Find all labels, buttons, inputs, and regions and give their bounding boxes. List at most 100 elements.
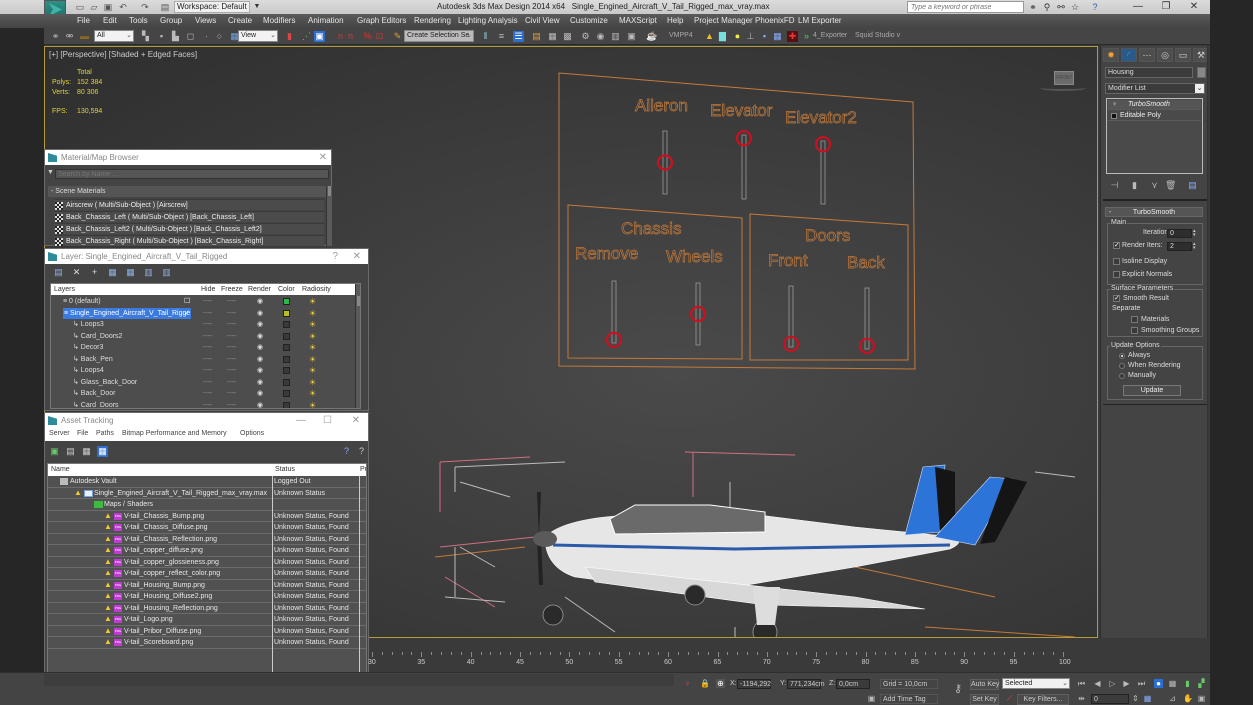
layer-row[interactable]: ≡ 0 (default) ☐ ---- ---- ◉ ☀ [51,296,356,308]
undo-icon[interactable]: ↶ [118,2,128,12]
mirror-icon[interactable]: ⫴ [480,31,491,42]
asset-tracking-titlebar[interactable]: Asset Tracking — ☐ ✕ [45,413,368,428]
exporter-label[interactable]: 4_Exporter [813,32,847,39]
hide-all-layers-icon[interactable]: ▥ [143,267,154,278]
layer-color-swatch[interactable] [283,367,290,374]
asset-menu-options[interactable]: Options [240,430,264,437]
asset-row[interactable]: ▲ PNG V-tail_Chassis_Bump.png Unknown Statu… [48,511,366,522]
hide-toggle[interactable]: ---- [203,342,212,353]
refresh-icon[interactable]: ▣ [49,446,60,457]
render-setup-icon[interactable]: ▥ [610,31,621,42]
open-file-icon[interactable]: ▱ [89,2,99,12]
highlight-selected-icon[interactable]: ▦ [125,267,136,278]
close-icon[interactable]: ✕ [353,249,361,264]
graphite-ribbon-icon[interactable]: ▦ [547,31,558,42]
menu-help[interactable]: Help [667,16,683,25]
current-layer-check-icon[interactable]: ✓ [184,308,190,319]
menu-create[interactable]: Create [228,16,252,25]
layer-color-swatch[interactable] [283,401,290,408]
window-crossing-icon[interactable]: ◻ [185,31,196,42]
hide-toggle[interactable]: ---- [203,365,212,376]
col-hide[interactable]: Hide [201,284,215,295]
key-filters-button[interactable]: Key Filters... [1017,694,1069,705]
light-bulb-icon[interactable]: ♀ [1112,100,1117,110]
menu-edit[interactable]: Edit [103,16,117,25]
isoline-display-checkbox[interactable] [1113,258,1120,265]
separate-materials-checkbox[interactable] [1131,316,1138,323]
zoom-icon[interactable]: ● [1154,679,1163,688]
material-browser-scrollbar[interactable] [326,186,332,246]
material-item[interactable]: Airscrew ( Multi/Sub-Object ) [Airscrew] [54,199,324,210]
motion-tab-icon[interactable]: ◎ [1157,48,1173,62]
schematic-view-icon[interactable]: ⚙ [580,31,591,42]
freeze-toggle[interactable]: ---- [227,308,236,319]
radiosity-icon[interactable]: ☀ [309,343,318,352]
key-mode-toggle-icon[interactable]: ⇹ [1077,694,1086,703]
freeze-toggle[interactable]: ---- [227,342,236,353]
go-to-start-icon[interactable]: ⏮ [1077,679,1086,688]
new-file-icon[interactable]: ▭ [75,2,85,12]
radiosity-icon[interactable]: ☀ [309,355,318,364]
layer-name[interactable]: ≡ 0 (default) [63,296,101,307]
asset-menu-server[interactable]: Server [49,430,70,437]
add-to-layer-icon[interactable]: + [89,267,100,278]
grid-view-icon[interactable]: ▦ [97,446,108,457]
asset-menu-paths[interactable]: Paths [96,430,114,437]
freeze-toggle[interactable]: ---- [227,365,236,376]
update-when-rendering-radio[interactable] [1119,363,1125,369]
environment-icon[interactable]: ▇ [717,31,728,42]
teapot-icon[interactable]: ◒ [647,31,658,42]
asset-row[interactable]: ▲ PNG V-tail_copper_reflect_color.png Unkno… [48,568,366,580]
asset-row[interactable]: ▲ PNG V-tail_Chassis_Diffuse.png Unknown St… [48,522,366,534]
menu-maxscript[interactable]: MAXScript [619,16,657,25]
menu-civil-view[interactable]: Civil View [525,16,560,25]
percent-snap-icon[interactable]: % [362,31,373,42]
freeze-toggle[interactable]: ---- [227,319,236,330]
col-color[interactable]: Color [278,284,295,295]
play-icon[interactable]: ▷ [1108,679,1117,688]
zoom-extents-icon[interactable]: ▮ [1183,679,1192,688]
layer-name[interactable]: ≡ Single_Engined_Aircraft_V_Tail_Rigge [63,307,192,319]
set-key-button[interactable]: Set Key [970,694,999,705]
help-icon[interactable]: ? [1090,2,1100,12]
col-render[interactable]: Render [248,284,271,295]
radiosity-icon[interactable]: ☀ [309,332,318,341]
hide-toggle[interactable]: ---- [203,296,212,307]
help-icon[interactable]: ? [332,249,338,264]
spinner-arrows-icon[interactable]: ⇕ [1131,694,1140,703]
asset-row[interactable]: ▲ PNG V-tail_Scoreboard.png Unknown Status,… [48,637,366,649]
layer-manager-icon[interactable]: ▤ [531,31,542,42]
menu-tools[interactable]: Tools [129,16,148,25]
render-iters-checkbox[interactable]: ✓ [1113,242,1120,249]
save-icon[interactable]: ▣ [103,2,113,12]
maximize-icon[interactable]: ☐ [323,413,332,428]
pivot-center-icon[interactable]: ▮ [284,31,295,42]
object-name-input[interactable] [1105,67,1193,78]
asset-menu-bitmap-performance[interactable]: Bitmap Performance and Memory [122,430,227,437]
col-freeze[interactable]: Freeze [221,284,243,295]
layer-color-swatch[interactable] [283,298,290,305]
layer-name[interactable]: ↳ Card_Doors2 [73,331,122,342]
hide-toggle[interactable]: ---- [203,308,212,319]
selection-filter-dropdown[interactable]: All ⌄ [94,30,134,42]
asset-row[interactable]: ▲ PNG V-tail_Chassis_Reflection.png Unknown… [48,534,366,545]
z-coord-field[interactable]: 0,0cm [836,679,870,689]
keyboard-shortcut-icon[interactable]: ▣ [314,31,325,42]
set-current-layer-icon[interactable]: ☐ [184,296,190,307]
layer-row[interactable]: ↳ Glass_Back_Door ---- ---- ◉ ☀ [51,377,356,389]
asset-row[interactable]: ▲ PNG V-tail_copper_glossieness.png Unknown… [48,557,366,568]
satellite-icon[interactable]: ⚯ [1056,2,1066,12]
layer-window-titlebar[interactable]: Layer: Single_Engined_Aircraft_V_Tail_Ri… [45,249,368,264]
render-teapot-icon[interactable]: ◉ [257,354,263,365]
layer-name[interactable]: ↳ Back_Door [73,388,115,399]
select-by-name-icon[interactable]: ▪ [156,31,167,42]
curve-editor-icon[interactable]: ▩ [562,31,573,42]
column-divider[interactable] [272,476,273,672]
column-divider[interactable] [359,476,360,672]
close-icon[interactable]: ✕ [352,413,360,428]
vray-icon[interactable]: ✚ [787,31,798,42]
layer-row[interactable]: ↳ Back_Pen ---- ---- ◉ ☀ [51,354,356,366]
layer-color-swatch[interactable] [283,332,290,340]
light-bulb-icon[interactable]: ● [732,31,743,42]
remove-modifier-icon[interactable]: 🗑 [1165,180,1176,191]
